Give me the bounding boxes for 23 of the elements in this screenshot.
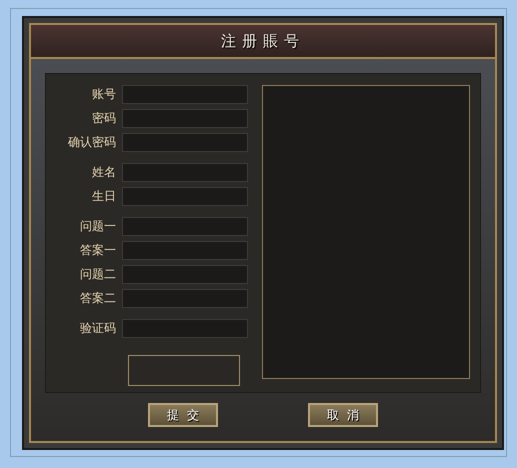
- field-label: 问题一: [79, 218, 116, 235]
- field-label: 姓名: [91, 164, 116, 181]
- input-field[interactable]: [122, 163, 248, 182]
- submit-button[interactable]: 提交: [148, 403, 218, 427]
- cancel-button[interactable]: 取消: [308, 403, 378, 427]
- field-label: 问题二: [79, 266, 116, 283]
- input-field[interactable]: [122, 265, 248, 284]
- input-field[interactable]: [122, 109, 248, 128]
- input-field[interactable]: [122, 217, 248, 236]
- field-label: 生日: [91, 188, 116, 205]
- field-label: 确认密码: [67, 134, 116, 151]
- field-label: 账号: [91, 86, 116, 103]
- input-field[interactable]: [122, 319, 248, 338]
- input-field[interactable]: [122, 187, 248, 206]
- window-title: 注册賬号: [221, 32, 305, 50]
- input-field[interactable]: [122, 85, 248, 104]
- field-label: 答案二: [79, 290, 116, 307]
- field-label: 答案一: [79, 242, 116, 259]
- input-field[interactable]: [122, 241, 248, 260]
- input-field[interactable]: [122, 133, 248, 152]
- input-field[interactable]: [122, 289, 248, 308]
- field-label: 验证码: [79, 320, 116, 337]
- field-label: 密码: [91, 110, 116, 127]
